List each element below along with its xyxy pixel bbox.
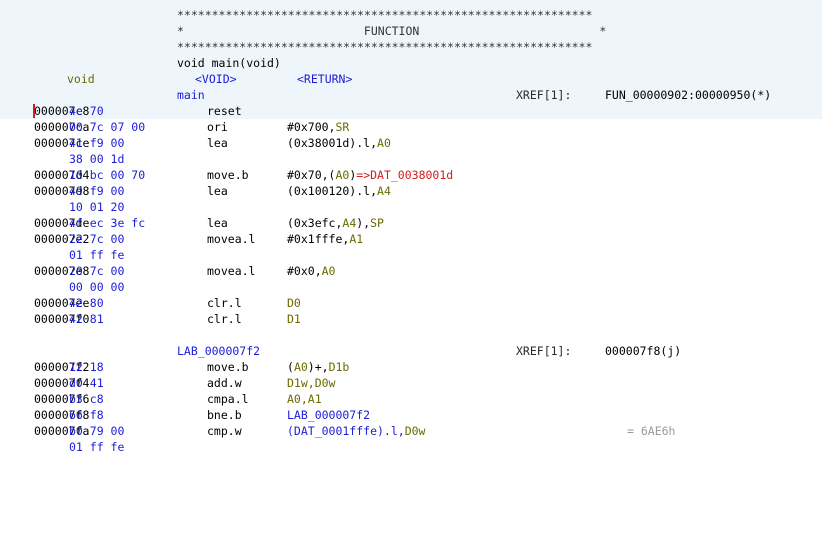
bytes[interactable]: 4f ec 3e fc xyxy=(69,215,145,231)
mnemonic[interactable]: reset xyxy=(207,103,242,119)
branch-target-link[interactable]: LAB_000007f2 xyxy=(287,407,370,423)
instruction-row[interactable]: 000007c8 4e 70 reset xyxy=(0,103,822,119)
bytes[interactable]: 38 00 1d xyxy=(69,151,124,167)
bytes[interactable]: 49 f9 00 xyxy=(69,183,124,199)
mnemonic[interactable]: move.b xyxy=(207,167,249,183)
bytes[interactable]: 66 f8 xyxy=(69,407,104,423)
mnemonic[interactable]: lea xyxy=(207,135,228,151)
bytes[interactable]: 01 ff fe xyxy=(69,247,124,263)
operands[interactable]: D1w,D0w xyxy=(287,375,335,391)
bytes-continuation[interactable]: 01 ff fe xyxy=(0,247,822,263)
operands[interactable]: #0x0,A0 xyxy=(287,263,335,279)
label-row[interactable]: LAB_000007f2 XREF[1]: 000007f8(j) xyxy=(0,343,822,359)
data-reference-link[interactable]: =>DAT_0038001d xyxy=(356,168,453,182)
instruction-row[interactable]: 000007f2 12 18 move.b (A0)+,D1b xyxy=(0,359,822,375)
bytes[interactable]: b3 c8 xyxy=(69,391,104,407)
xref-label: XREF[1]: xyxy=(516,88,572,102)
instruction-row[interactable]: 000007f6 b3 c8 cmpa.l A0,A1 xyxy=(0,391,822,407)
mnemonic[interactable]: cmp.w xyxy=(207,423,242,439)
void-tag: <VOID> xyxy=(195,72,237,86)
bytes-continuation[interactable]: 10 01 20 xyxy=(0,199,822,215)
bytes[interactable]: 10 01 20 xyxy=(69,199,124,215)
instruction-row[interactable]: 000007ce 41 f9 00 lea (0x38001d).l,A0 xyxy=(0,135,822,151)
bytes[interactable]: 42 80 xyxy=(69,295,104,311)
instruction-row[interactable]: 000007f0 42 81 clr.l D1 xyxy=(0,311,822,327)
operands[interactable]: #0x700,SR xyxy=(287,119,349,135)
xref-label: XREF[1]: xyxy=(516,344,572,358)
operands[interactable]: D1 xyxy=(287,311,301,327)
bytes[interactable]: 10 bc 00 70 xyxy=(69,167,145,183)
return-type[interactable]: void xyxy=(67,71,95,87)
mnemonic[interactable]: bne.b xyxy=(207,407,242,423)
bytes[interactable]: 42 81 xyxy=(69,311,104,327)
bytes[interactable]: 22 7c 00 xyxy=(69,231,124,247)
operands[interactable]: (A0)+,D1b xyxy=(287,359,349,375)
mnemonic[interactable]: ori xyxy=(207,119,228,135)
instruction-row[interactable]: 000007fa b0 79 00 cmp.w (DAT_0001fffe).l… xyxy=(0,423,822,439)
instruction-row[interactable]: 000007de 4f ec 3e fc lea (0x3efc,A4),SP xyxy=(0,215,822,231)
instruction-row[interactable]: 000007e2 22 7c 00 movea.l #0x1fffe,A1 xyxy=(0,231,822,247)
operands[interactable]: A0,A1 xyxy=(287,391,322,407)
mnemonic[interactable]: clr.l xyxy=(207,311,242,327)
operands[interactable]: (DAT_0001fffe).l,D0w xyxy=(287,423,425,439)
bytes[interactable]: 12 18 xyxy=(69,359,104,375)
bytes[interactable]: 01 ff fe xyxy=(69,439,124,455)
mnemonic[interactable]: movea.l xyxy=(207,263,255,279)
xref-link[interactable]: 000007f8(j) xyxy=(605,343,681,359)
instruction-row[interactable]: 000007f8 66 f8 bne.b LAB_000007f2 xyxy=(0,407,822,423)
operands[interactable]: (0x38001d).l,A0 xyxy=(287,135,391,151)
mnemonic[interactable]: movea.l xyxy=(207,231,255,247)
code-label[interactable]: LAB_000007f2 xyxy=(177,343,260,359)
instruction-row[interactable]: 000007f4 d0 41 add.w D1w,D0w xyxy=(0,375,822,391)
mnemonic[interactable]: lea xyxy=(207,183,228,199)
function-name-label[interactable]: main xyxy=(177,87,205,103)
disassembly-listing[interactable]: ****************************************… xyxy=(0,0,822,454)
header-function-banner: * FUNCTION * xyxy=(177,24,607,38)
bytes-continuation[interactable]: 00 00 00 xyxy=(0,279,822,295)
operands[interactable]: #0x1fffe,A1 xyxy=(287,231,363,247)
mnemonic[interactable]: cmpa.l xyxy=(207,391,249,407)
mnemonic[interactable]: add.w xyxy=(207,375,242,391)
header-stars-bottom: ****************************************… xyxy=(177,40,593,54)
return-parameter-row[interactable]: void <VOID> <RETURN> xyxy=(0,71,822,87)
bytes[interactable]: 00 7c 07 00 xyxy=(69,119,145,135)
bytes-continuation[interactable]: 38 00 1d xyxy=(0,151,822,167)
mnemonic[interactable]: lea xyxy=(207,215,228,231)
instruction-row[interactable]: 000007d8 49 f9 00 lea (0x100120).l,A4 xyxy=(0,183,822,199)
bytes[interactable]: 41 f9 00 xyxy=(69,135,124,151)
bytes-continuation[interactable]: 01 ff fe xyxy=(0,439,822,455)
instruction-row[interactable]: 000007e8 20 7c 00 movea.l #0x0,A0 xyxy=(0,263,822,279)
bytes[interactable]: 4e 70 xyxy=(69,103,104,119)
header-stars-top: ****************************************… xyxy=(177,8,593,22)
operands[interactable]: (0x3efc,A4),SP xyxy=(287,215,384,231)
bytes[interactable]: b0 79 00 xyxy=(69,423,124,439)
eol-comment: = 6AE6h xyxy=(627,424,676,438)
operands[interactable]: (0x100120).l,A4 xyxy=(287,183,391,199)
return-tag: <RETURN> xyxy=(297,72,353,86)
xref-link[interactable]: FUN_00000902:00000950(*) xyxy=(605,87,771,103)
mnemonic[interactable]: move.b xyxy=(207,359,249,375)
instruction-row[interactable]: 000007d4 10 bc 00 70 move.b #0x70,(A0)=>… xyxy=(0,167,822,183)
function-label-row[interactable]: main XREF[1]: FUN_00000902:00000950(*) xyxy=(0,87,822,103)
mnemonic[interactable]: clr.l xyxy=(207,295,242,311)
instruction-row[interactable]: 000007ee 42 80 clr.l D0 xyxy=(0,295,822,311)
bytes[interactable]: d0 41 xyxy=(69,375,104,391)
bytes[interactable]: 20 7c 00 xyxy=(69,263,124,279)
operands[interactable]: #0x70,(A0)=>DAT_0038001d xyxy=(287,167,453,183)
bytes[interactable]: 00 00 00 xyxy=(69,279,124,295)
function-signature[interactable]: void main(void) xyxy=(0,55,822,71)
operands[interactable]: D0 xyxy=(287,295,301,311)
instruction-row[interactable]: 000007ca 00 7c 07 00 ori #0x700,SR xyxy=(0,119,822,135)
